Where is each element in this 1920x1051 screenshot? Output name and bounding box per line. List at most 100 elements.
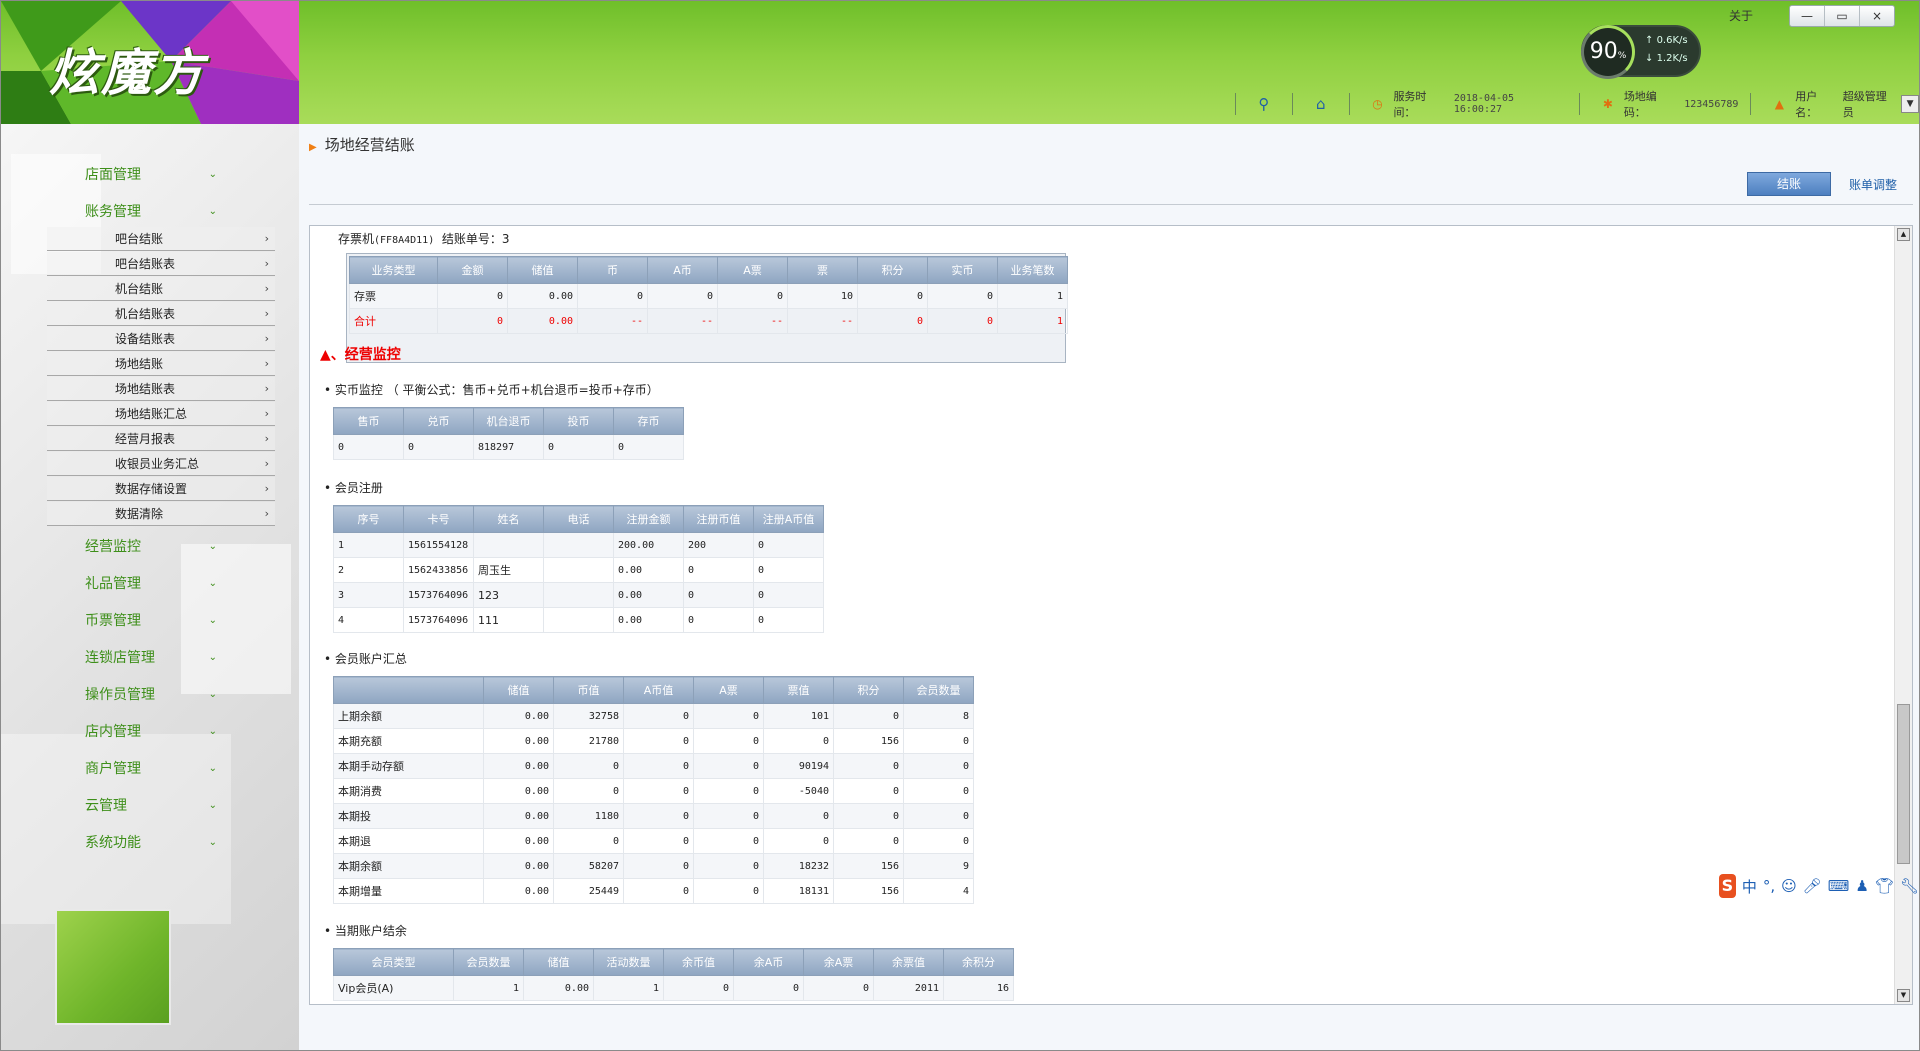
coin-monitor-table: 售币 兑币 机台退币 投币 存币 0 0 818297 0 0 <box>333 407 684 460</box>
table-row: 上期余额 0.00 32758 0 0 101 0 8 <box>333 703 974 729</box>
sidebar-item[interactable]: 礼品管理 ⌄ <box>85 573 225 595</box>
about-link[interactable]: 关于 <box>1729 7 1753 24</box>
column-header: 实币 <box>927 256 998 284</box>
nav-label: 商户管理 <box>85 761 141 777</box>
upload-value: 0.6 <box>1656 35 1673 46</box>
service-time-label: 服务时间： <box>1393 90 1427 119</box>
table-cell: 本期投 <box>333 803 484 829</box>
sidebar-item[interactable]: 云管理 ⌄ <box>85 795 225 817</box>
member-summary-table: 储值 币值 A币值 A票 票值 积分 会员数量 上期余额 0.00 32758 0 0 101 0 8 本期充… <box>333 676 974 904</box>
adjust-link[interactable]: 账单调整 <box>1849 176 1897 193</box>
table-cell: 0.00 <box>613 607 684 633</box>
column-header <box>333 676 484 704</box>
person-icon[interactable]: ♟ <box>1855 877 1868 895</box>
table-cell: 0 <box>857 308 928 334</box>
table-cell: 1180 <box>553 803 624 829</box>
decorative-green-square <box>55 909 171 1025</box>
table-cell: 本期充额 <box>333 728 484 754</box>
column-header: 注册A币值 <box>753 505 824 533</box>
sidebar-subitem[interactable]: 场地结账 › <box>47 352 275 376</box>
sidebar-subitem[interactable]: 场地结账汇总 › <box>47 402 275 426</box>
divider <box>309 204 1913 205</box>
chevron-right-icon: › <box>264 332 269 345</box>
column-header: 会员类型 <box>333 948 454 976</box>
column-header: 业务笔数 <box>997 256 1068 284</box>
speed-widget[interactable]: 90% ↑ 0.6K/s ↓ 1.2K/s <box>1581 25 1701 79</box>
shirt-icon[interactable]: 👕︎ <box>1875 877 1894 895</box>
column-header: A票 <box>717 256 788 284</box>
chevron-down-icon: ⌄ <box>208 206 217 217</box>
table-cell: 0 <box>833 778 904 804</box>
user-dropdown-icon[interactable]: ▼ <box>1901 95 1919 113</box>
minimize-button[interactable]: — <box>1790 6 1824 26</box>
scroll-thumb[interactable] <box>1897 704 1910 864</box>
device-name: 存票机 <box>338 232 375 246</box>
restore-button[interactable]: ▭ <box>1824 6 1859 26</box>
sidebar-subitem[interactable]: 机台结账 › <box>47 277 275 301</box>
table-cell: 0 <box>833 703 904 729</box>
sidebar-item[interactable]: 币票管理 ⌄ <box>85 610 225 632</box>
microphone-icon[interactable]: 🎤︎ <box>1803 877 1822 895</box>
chevron-down-icon: ⌄ <box>208 169 217 180</box>
table-cell: 0.00 <box>523 975 594 1001</box>
sidebar-subitem[interactable]: 场地结账表 › <box>47 377 275 401</box>
table-cell: 0 <box>693 703 764 729</box>
nav-label: 场地结账汇总 <box>115 407 188 421</box>
ime-toolbar[interactable]: S 中 °, ☺ 🎤︎ ⌨ ♟ 👕︎ 🔧︎ <box>1719 873 1919 899</box>
table-cell: 上期余额 <box>333 703 484 729</box>
table-cell: 0 <box>437 308 508 334</box>
column-header: 票值 <box>763 676 834 704</box>
scroll-up-icon[interactable]: ▲ <box>1897 228 1910 241</box>
sidebar-subitem[interactable]: 机台结账表 › <box>47 302 275 326</box>
scroll-down-icon[interactable]: ▼ <box>1897 989 1910 1002</box>
keyboard-icon[interactable]: ⌨ <box>1828 877 1850 895</box>
sidebar-item[interactable]: 系统功能 ⌄ <box>85 832 225 854</box>
nav-label: 账务管理 <box>85 204 141 220</box>
table-cell: 0 <box>717 283 788 309</box>
sidebar-item[interactable]: 商户管理 ⌄ <box>85 758 225 780</box>
nav-label: 数据存储设置 <box>115 482 188 496</box>
table-row: 本期退 0.00 0 0 0 0 0 0 <box>333 828 974 854</box>
sidebar-subitem[interactable]: 吧台结账 › <box>47 227 275 251</box>
wrench-icon[interactable]: 🔧︎ <box>1900 877 1919 895</box>
table-row: 本期手动存额 0.00 0 0 0 90194 0 0 <box>333 753 974 779</box>
table-cell: 16 <box>943 975 1014 1001</box>
table-row: 2 1562433856 周玉生 0.00 0 0 <box>333 557 824 583</box>
column-header: 投币 <box>543 407 614 435</box>
table-cell: 0.00 <box>483 853 554 879</box>
sidebar-subitem[interactable]: 经营月报表 › <box>47 427 275 451</box>
pin-icon[interactable]: ⚲ <box>1256 96 1272 112</box>
window-controls: — ▭ × <box>1789 5 1895 27</box>
emoji-icon[interactable]: ☺ <box>1781 877 1797 895</box>
ime-mode[interactable]: 中 <box>1742 876 1757 897</box>
table-cell: 156 <box>833 878 904 904</box>
sidebar-subitem[interactable]: 数据清除 › <box>47 502 275 526</box>
sidebar-subitem[interactable]: 吧台结账表 › <box>47 252 275 276</box>
sidebar-subitem[interactable]: 收银员业务汇总 › <box>47 452 275 476</box>
table-cell: 0 <box>803 975 874 1001</box>
sidebar-item[interactable]: 店面管理 ⌄ <box>85 164 225 186</box>
table-cell: 25449 <box>553 878 624 904</box>
sidebar-subitem[interactable]: 数据存储设置 › <box>47 477 275 501</box>
table-cell: 0 <box>623 828 694 854</box>
sidebar-item[interactable]: 店内管理 ⌄ <box>85 721 225 743</box>
download-unit: K/s <box>1672 53 1688 64</box>
table-cell <box>473 532 544 558</box>
sidebar-item[interactable]: 账务管理 ⌄ <box>85 201 225 223</box>
venue-code-label: 场地编码： <box>1623 90 1657 119</box>
punctuation-icon[interactable]: °, <box>1763 877 1775 895</box>
coin-monitor-heading: • 实币监控 （ 平衡公式：售币+兑币+机台退币=投币+存币） <box>324 381 659 398</box>
report-content[interactable]: 存票机(FF8A4D11) 结账单号：3 业务类型 金额 储值币 A币 A票票积分 实币业… <box>309 225 1913 1005</box>
breadcrumb: ▶ 场地经营结账 <box>309 134 415 155</box>
table-cell: 0.00 <box>483 728 554 754</box>
sidebar-item[interactable]: 连锁店管理 ⌄ <box>85 647 225 669</box>
chevron-right-icon: › <box>264 432 269 445</box>
close-button[interactable]: × <box>1859 6 1894 26</box>
sidebar-subitem[interactable]: 设备结账表 › <box>47 327 275 351</box>
table-row: 0 0 818297 0 0 <box>333 434 684 460</box>
sidebar-item[interactable]: 经营监控 ⌄ <box>85 536 225 558</box>
settle-button[interactable]: 结账 <box>1747 172 1831 196</box>
table-cell: -- <box>787 308 858 334</box>
home-icon[interactable]: ⌂ <box>1313 96 1329 112</box>
sidebar-item[interactable]: 操作员管理 ⌄ <box>85 684 225 706</box>
